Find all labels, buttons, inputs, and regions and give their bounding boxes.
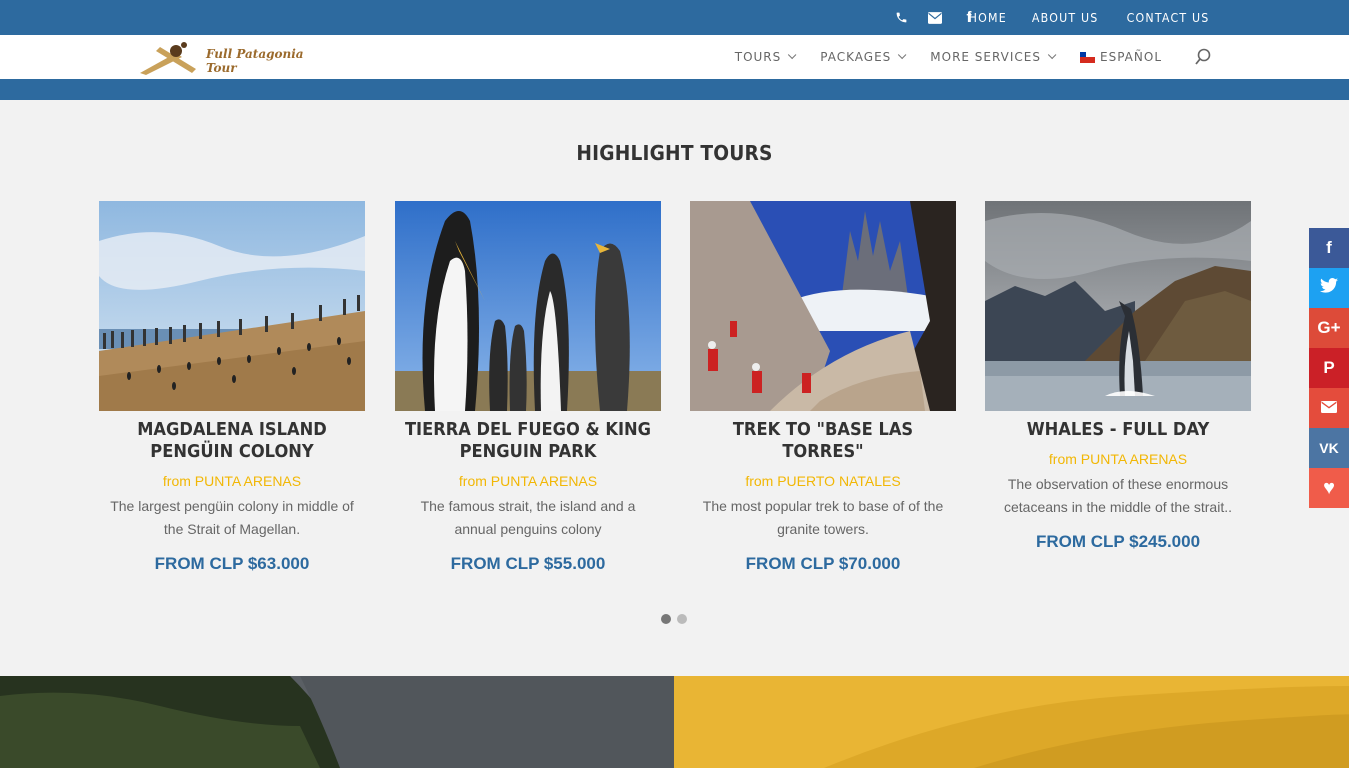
tour-title[interactable]: MAGDALENA ISLAND PENGÜIN COLONY [108,419,355,463]
share-favorite-button[interactable]: ♥ [1309,468,1349,508]
tour-image[interactable] [985,201,1251,411]
tour-price: FROM CLP $55.000 [450,554,606,573]
tour-description: The famous strait, the island and a annu… [420,498,636,537]
tour-image[interactable] [395,201,661,411]
email-icon [1321,398,1337,418]
bottom-left-banner [0,676,674,768]
tour-card[interactable]: WHALES - FULL DAY from PUNTA ARENAS The … [985,201,1251,552]
twitter-icon [1320,278,1338,298]
tour-card[interactable]: TIERRA DEL FUEGO & KING PENGUIN PARK fro… [395,201,661,574]
share-pinterest-button[interactable]: P [1309,348,1349,388]
top-bar-icons: f [894,0,976,35]
tour-card[interactable]: TREK TO "BASE LAS TORRES" from PUERTO NA… [690,201,956,574]
heart-icon: ♥ [1323,476,1335,499]
tour-card[interactable]: MAGDALENA ISLAND PENGÜIN COLONY from PUN… [99,201,365,574]
nav-item-packages[interactable]: PACKAGES [820,50,907,64]
tour-title[interactable]: WHALES - FULL DAY [994,419,1241,441]
share-vk-button[interactable]: VK [1309,428,1349,468]
share-email-button[interactable] [1309,388,1349,428]
nav-item-tours[interactable]: TOURS [734,50,797,64]
phone-icon[interactable] [894,11,908,24]
chevron-down-icon [898,50,907,60]
tour-image[interactable] [99,201,365,411]
header-strip [0,79,1349,100]
nav-item-label: MORE SERVICES [930,50,1042,64]
landscape-image [0,676,674,768]
pinterest-icon: P [1323,358,1335,377]
tour-origin: from PUNTA ARENAS [162,473,302,489]
slider-dot[interactable] [677,614,687,624]
bottom-right-banner [674,676,1349,768]
nav-item-language[interactable]: ESPAÑOL [1080,50,1162,64]
nav-item-more-services[interactable]: MORE SERVICES [930,50,1057,64]
tour-origin: from PUNTA ARENAS [458,473,598,489]
tour-description: The most popular trek to base of of the … [702,498,944,537]
nav-item-label: PACKAGES [820,50,892,64]
nav-item-label: TOURS [734,50,782,64]
landscape-overlay-image [674,676,1349,768]
main-navigation: Full Patagonia Tour TOURS PACKAGES MORE … [0,35,1349,79]
contact-us-link[interactable]: CONTACT US [1126,11,1209,25]
chile-flag-icon [1080,51,1096,63]
tour-price: FROM CLP $63.000 [154,554,310,573]
share-twitter-button[interactable] [1309,268,1349,308]
tour-title[interactable]: TREK TO "BASE LAS TORRES" [699,419,946,463]
slider-pagination [661,614,687,624]
logo-text: Full Patagonia Tour [206,47,304,75]
share-facebook-button[interactable]: f [1309,228,1349,268]
nav-menu: TOURS PACKAGES MORE SERVICES ESPAÑOL [708,35,1213,79]
top-links: HOME ABOUT US CONTACT US [967,0,1213,35]
vk-icon: VK [1319,440,1339,456]
section-title: HIGHLIGHT TOURS [576,141,773,165]
google-plus-icon: G+ [1317,318,1341,337]
tour-origin: from PUERTO NATALES [745,473,901,489]
envelope-icon[interactable] [928,11,942,24]
tour-image[interactable] [690,201,956,411]
tour-price: FROM CLP $245.000 [1035,532,1201,551]
tour-description: The observation of these enormous cetace… [1003,476,1232,515]
top-bar: f HOME ABOUT US CONTACT US [0,0,1349,35]
logo-emblem-icon [140,42,196,75]
home-link[interactable]: HOME [969,11,1007,25]
chevron-down-icon [788,50,797,60]
facebook-icon: f [1326,238,1332,257]
search-icon[interactable] [1195,48,1213,66]
slider-dot[interactable] [661,614,671,624]
tour-title[interactable]: TIERRA DEL FUEGO & KING PENGUIN PARK [404,419,651,463]
tour-description: The largest pengüin colony in middle of … [110,498,354,537]
about-us-link[interactable]: ABOUT US [1032,11,1099,25]
share-google-plus-button[interactable]: G+ [1309,308,1349,348]
tour-price: FROM CLP $70.000 [745,554,901,573]
social-share-bar: f G+ P VK ♥ [1309,228,1349,508]
site-logo[interactable]: Full Patagonia Tour [138,39,338,75]
chevron-down-icon [1047,50,1057,60]
tour-origin: from PUNTA ARENAS [1048,451,1188,467]
nav-item-label: ESPAÑOL [1100,50,1162,64]
